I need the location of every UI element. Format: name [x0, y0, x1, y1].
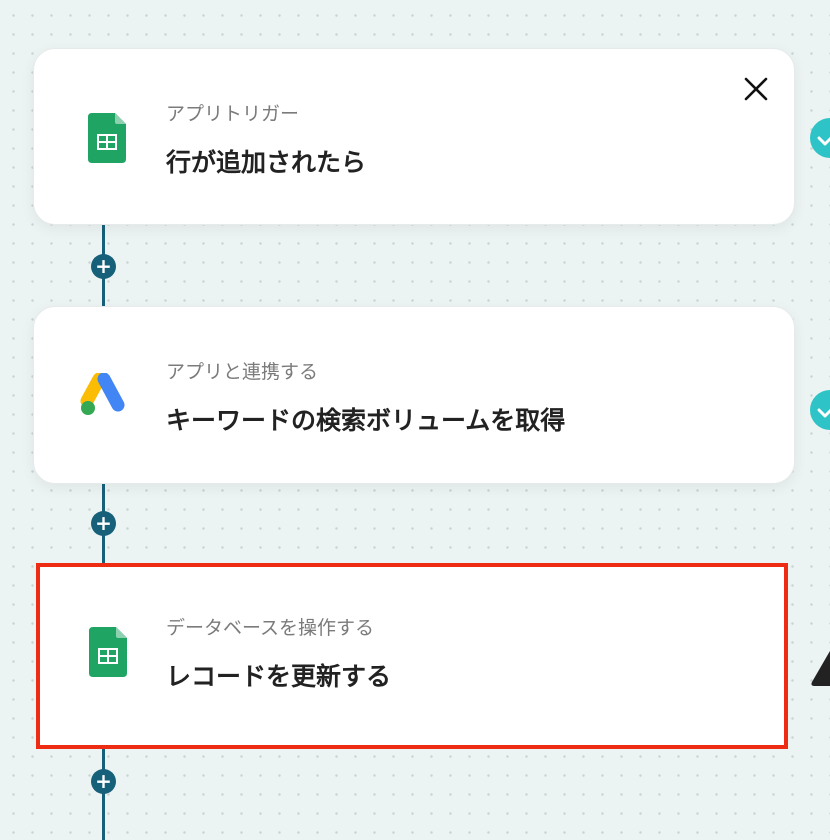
- close-icon[interactable]: [742, 75, 770, 103]
- add-step-button[interactable]: +: [91, 511, 116, 536]
- flow-step-card-database-action[interactable]: データベースを操作する レコードを更新する: [36, 563, 788, 749]
- step-warning-icon: [810, 642, 830, 686]
- flow-step-card-trigger[interactable]: アプリトリガー 行が追加されたら: [33, 48, 795, 225]
- google-ads-icon: [80, 372, 128, 423]
- step-title: キーワードの検索ボリュームを取得: [166, 406, 566, 435]
- step-type-label: アプリトリガー: [166, 103, 300, 125]
- step-type-label: アプリと連携する: [166, 361, 319, 383]
- flow-step-card-app-action[interactable]: アプリと連携する キーワードの検索ボリュームを取得: [33, 306, 795, 484]
- step-title: 行が追加されたら: [166, 148, 367, 177]
- step-complete-check-icon: [810, 390, 830, 430]
- step-type-label: データベースを操作する: [166, 617, 375, 639]
- step-title: レコードを更新する: [166, 662, 392, 691]
- add-step-button[interactable]: +: [91, 254, 116, 279]
- google-sheets-icon: [86, 113, 128, 163]
- google-sheets-icon: [87, 627, 129, 677]
- step-complete-check-icon: [810, 118, 830, 158]
- add-step-button[interactable]: +: [91, 769, 116, 794]
